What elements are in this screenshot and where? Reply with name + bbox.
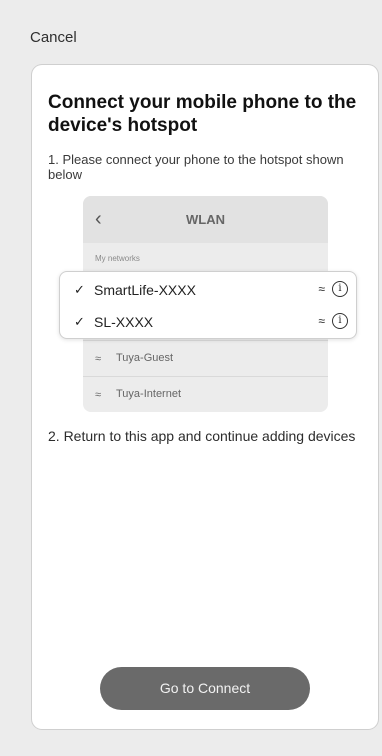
wlan-title: WLAN <box>186 212 225 227</box>
network-name: SmartLife-XXXX <box>94 282 196 298</box>
wifi-icon: ≈ <box>95 389 102 401</box>
checkmark-icon: ✓ <box>74 314 85 329</box>
network-name: Tuya-Internet <box>116 388 182 400</box>
info-icon: i <box>332 281 348 297</box>
network-row-sl: ✓ SL-XXXX ≈ i <box>60 306 356 338</box>
connect-hotspot-card: Connect your mobile phone to the device'… <box>32 65 378 729</box>
cancel-button[interactable]: Cancel <box>30 29 77 46</box>
network-name: SL-XXXX <box>94 314 154 330</box>
go-to-connect-button[interactable]: Go to Connect <box>100 667 310 710</box>
info-icon: i <box>332 313 348 329</box>
step-2-instruction: 2. Return to this app and continue addin… <box>48 428 356 444</box>
checkmark-icon: ✓ <box>74 282 85 297</box>
network-name: Tuya-Guest <box>116 352 174 364</box>
page-title: Connect your mobile phone to the device'… <box>48 92 357 136</box>
wifi-icon: ≈ <box>318 314 325 328</box>
wifi-icon: ≈ <box>318 282 325 296</box>
network-row-smartlife: ✓ SmartLife-XXXX ≈ i <box>60 274 356 306</box>
wifi-icon: ≈ <box>95 353 102 365</box>
my-networks-label: My networks <box>95 254 140 263</box>
wlan-header: ‹ WLAN <box>83 196 328 243</box>
selected-networks-popup: ✓ SmartLife-XXXX ≈ i ✓ SL-XXXX ≈ i <box>59 271 357 339</box>
network-row-internet: ≈ Tuya-Internet <box>83 376 328 412</box>
network-row-guest: ≈ Tuya-Guest <box>83 340 328 377</box>
step-1-instruction: 1. Please connect your phone to the hots… <box>48 152 344 182</box>
